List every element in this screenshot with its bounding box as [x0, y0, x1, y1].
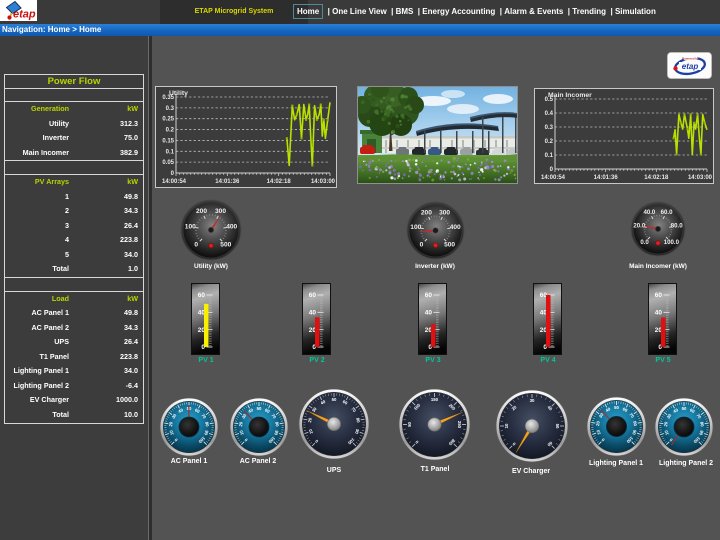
svg-text:14:02:18: 14:02:18	[267, 179, 292, 185]
svg-text:0.5: 0.5	[545, 97, 554, 103]
svg-text:250: 250	[457, 421, 462, 429]
svg-text:0.0: 0.0	[640, 239, 649, 246]
svg-text:0.3: 0.3	[166, 106, 175, 112]
svg-text:400: 400	[449, 224, 460, 231]
svg-text:50: 50	[332, 397, 337, 402]
svg-text:etap: etap	[682, 62, 699, 71]
svg-text:40: 40	[425, 310, 433, 317]
svg-text:150: 150	[431, 397, 439, 402]
svg-text:200: 200	[420, 209, 431, 216]
svg-text:0.35: 0.35	[162, 95, 174, 101]
svg-text:500: 500	[220, 242, 231, 249]
svg-text:0.2: 0.2	[166, 128, 175, 134]
svg-text:0.1: 0.1	[166, 149, 175, 155]
svg-text:300: 300	[439, 209, 450, 216]
svg-text:14:03:00: 14:03:00	[688, 175, 713, 181]
svg-text:etap: etap	[13, 9, 36, 21]
svg-text:0.05: 0.05	[162, 160, 174, 166]
svg-text:0.4: 0.4	[545, 111, 554, 117]
svg-text:14:01:36: 14:01:36	[594, 175, 619, 181]
svg-text:100: 100	[185, 223, 196, 230]
svg-text:80.0: 80.0	[671, 223, 683, 230]
svg-text:0.25: 0.25	[162, 117, 174, 123]
svg-text:100.0: 100.0	[664, 239, 680, 246]
svg-text:14:01:36: 14:01:36	[215, 179, 240, 185]
svg-text:0.1: 0.1	[545, 153, 554, 159]
svg-text:0: 0	[550, 167, 554, 173]
svg-text:Powered by: Powered by	[682, 56, 699, 60]
svg-text:50: 50	[614, 405, 619, 410]
svg-text:50: 50	[257, 406, 262, 411]
svg-text:14:02:18: 14:02:18	[644, 175, 669, 181]
svg-text:400: 400	[226, 223, 237, 230]
svg-text:300: 300	[215, 208, 226, 215]
svg-text:100: 100	[410, 224, 421, 231]
svg-text:60: 60	[198, 292, 206, 299]
svg-text:0: 0	[171, 171, 175, 177]
svg-text:0: 0	[419, 241, 423, 248]
svg-text:0.2: 0.2	[545, 139, 554, 145]
svg-text:30: 30	[530, 398, 535, 403]
svg-text:10: 10	[504, 423, 509, 428]
svg-text:0: 0	[194, 242, 198, 249]
svg-text:50: 50	[555, 424, 560, 429]
svg-text:0.15: 0.15	[162, 138, 174, 144]
svg-text:40: 40	[655, 310, 663, 317]
svg-text:40.0: 40.0	[643, 209, 655, 216]
svg-text:14:03:00: 14:03:00	[311, 179, 336, 185]
svg-text:60: 60	[309, 292, 317, 299]
svg-text:60.0: 60.0	[661, 209, 673, 216]
svg-text:500: 500	[444, 241, 455, 248]
svg-text:60: 60	[655, 292, 663, 299]
svg-text:200: 200	[196, 208, 207, 215]
svg-text:50: 50	[407, 422, 412, 427]
svg-text:50: 50	[682, 406, 687, 411]
svg-text:14:00:54: 14:00:54	[541, 175, 566, 181]
svg-text:0.3: 0.3	[545, 125, 554, 131]
svg-text:60: 60	[425, 292, 433, 299]
svg-text:14:00:54: 14:00:54	[162, 179, 187, 185]
svg-text:40: 40	[309, 310, 317, 317]
